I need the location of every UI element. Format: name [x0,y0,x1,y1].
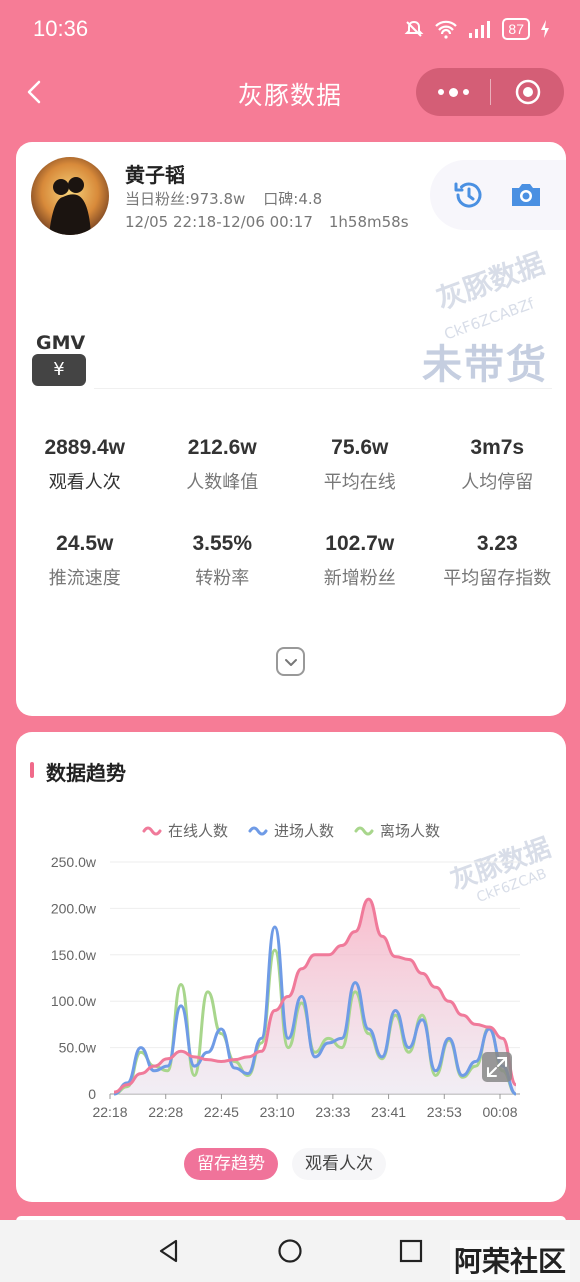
tab-views[interactable]: 观看人次 [292,1148,386,1180]
x-tick-label: 23:53 [427,1104,462,1120]
metric-value: 2889.4w [44,436,126,459]
no-sale-stamp: 未带货 [422,342,548,388]
tool-pill [430,160,566,230]
tab-retention-trend[interactable]: 留存趋势 [184,1148,278,1180]
legend-item-leave[interactable]: 离场人数 [354,820,440,841]
metric-avg-online: 75.6w 平均在线 [291,436,429,494]
status-bar: 10:36 87 [0,0,580,60]
trend-chart: 250.0w 200.0w 150.0w 100.0w 50.0w 0 22:18 22:28… [51,854,520,1120]
chart-legend: 在线人数 进场人数 离场人数 [16,820,566,841]
legend-label: 在线人数 [167,822,228,840]
more-dot-icon [437,89,444,95]
expand-metrics-button[interactable] [276,647,305,676]
legend-label: 进场人数 [273,822,334,840]
system-recents-icon[interactable] [398,1238,424,1264]
history-icon[interactable] [452,178,486,212]
gmv-label: GMV [36,332,86,354]
legend-item-online[interactable]: 在线人数 [142,820,228,841]
battery-indicator: 87 [502,18,530,40]
metric-label: 转粉率 [195,568,250,589]
chart-tabs: 留存趋势 观看人次 [184,1148,386,1180]
legend-wave-icon [142,826,162,835]
metric-avg-stay: 3m7s 人均停留 [429,436,567,494]
section-title: 数据趋势 [46,761,126,785]
metric-views: 2889.4w 观看人次 [16,436,154,494]
anchor-name: 黄子韬 [125,163,185,187]
forum-watermark: 阿荣社区 [449,1240,570,1280]
gmv-value-badge: ¥ [32,354,86,386]
more-dot-icon [448,87,458,97]
status-time: 10:36 [33,16,89,41]
system-home-icon[interactable] [277,1238,303,1264]
signal-icon [469,21,491,38]
mute-icon [405,20,424,37]
live-time-range: 12/05 22:18-12/06 00:17 [125,213,313,231]
x-tick-label: 23:41 [371,1104,406,1120]
system-back-icon[interactable] [156,1238,182,1264]
y-tick-label: 50.0w [59,1040,97,1056]
avatar-image [31,157,109,235]
metric-value: 75.6w [331,436,389,459]
x-tick-label: 23:33 [315,1104,350,1120]
metric-value: 3.55% [192,532,253,555]
more-menu-button[interactable] [416,68,490,116]
metric-push-speed: 24.5w 推流速度 [16,532,154,590]
metric-retention-index: 3.23 平均留存指数 [429,532,567,590]
nav-bar: 灰豚数据 [0,60,580,124]
x-tick-label: 00:08 [482,1104,517,1120]
legend-wave-icon [248,826,268,835]
metric-label: 观看人次 [48,472,121,493]
legend-label: 离场人数 [380,822,441,840]
metric-value: 3m7s [470,436,525,459]
live-overview-card: 黄子韬 当日粉丝:973.8w 口碑:4.8 12/05 22:18-12/06… [16,142,566,716]
metric-fan-rate: 3.55% 转粉率 [154,532,292,590]
metric-label: 平均在线 [323,472,396,493]
legend-wave-icon [354,826,374,835]
y-tick-label: 150.0w [51,947,97,963]
status-icons: 87 [404,18,550,40]
live-time-info: 12/05 22:18-12/06 00:17 1h58m58s [125,213,409,231]
metric-label: 新增粉丝 [323,568,396,589]
metrics-row-1: 2889.4w 观看人次 212.6w 人数峰值 75.6w 平均在线 3m7s… [16,436,566,494]
y-tick-label: 0 [88,1086,96,1102]
close-mini-program-button[interactable] [491,68,564,116]
metric-label: 人数峰值 [186,472,259,493]
metric-value: 24.5w [56,532,114,555]
metric-value: 102.7w [325,532,395,555]
section-accent-bar [30,762,34,778]
anchor-stats: 当日粉丝:973.8w 口碑:4.8 [125,188,322,209]
gmv-divider [94,388,552,389]
x-tick-label: 22:18 [92,1104,127,1120]
chevron-down-icon [284,658,297,666]
trend-card: 数据趋势 在线人数 进场人数 离场人数 灰豚数据 CkF6ZCAB 250.0w… [16,732,566,1202]
reputation-score: 口碑:4.8 [263,190,323,208]
metric-label: 推流速度 [48,568,121,589]
metric-peak: 212.6w 人数峰值 [154,436,292,494]
y-tick-label: 200.0w [51,900,97,916]
y-tick-label: 250.0w [51,854,97,870]
y-tick-label: 100.0w [51,993,97,1009]
mini-program-capsule [416,68,564,116]
legend-item-enter[interactable]: 进场人数 [248,820,334,841]
x-tick-label: 22:28 [148,1104,183,1120]
metric-value: 3.23 [476,532,518,555]
camera-icon[interactable] [508,178,544,212]
x-tick-label: 23:10 [260,1104,295,1120]
more-dot-icon [462,89,469,95]
target-close-icon [515,79,540,105]
metric-value: 212.6w [187,436,257,459]
metric-new-fans: 102.7w 新增粉丝 [291,532,429,590]
x-tick-label: 22:45 [204,1104,239,1120]
metrics-row-2: 24.5w 推流速度 3.55% 转粉率 102.7w 新增粉丝 3.23 平均… [16,532,566,590]
fullscreen-button [482,1052,512,1082]
avatar[interactable] [31,157,109,235]
metric-label: 人均停留 [461,472,534,493]
charging-icon [541,20,549,38]
live-duration: 1h58m58s [328,213,409,231]
wifi-icon [435,20,458,39]
fans-count: 当日粉丝:973.8w [125,190,246,208]
metric-label: 平均留存指数 [443,568,552,589]
